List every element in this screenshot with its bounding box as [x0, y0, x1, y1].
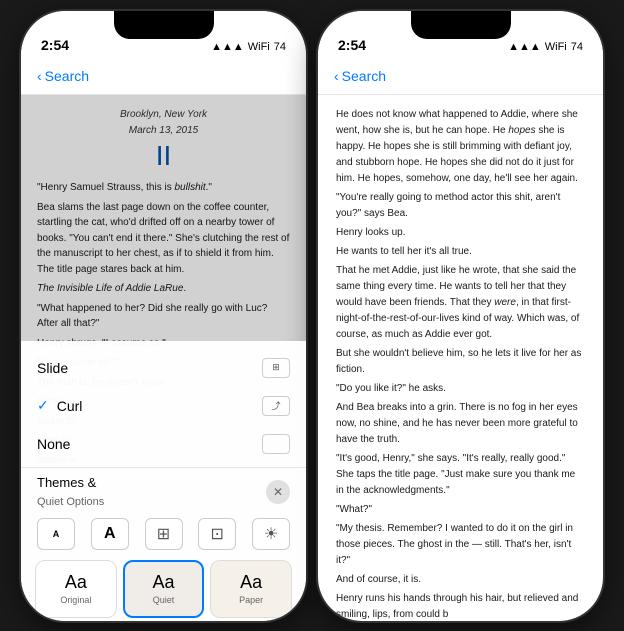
left-status-bar: 2:54 ▲▲▲ WiFi 74 — [21, 11, 306, 59]
columns-button[interactable]: ⊞ — [145, 518, 183, 550]
slide-menu-item-curl[interactable]: ✓ Curl ⤴ — [37, 387, 290, 425]
overlay-panel: Slide ⊞ ✓ Curl ⤴ None — [21, 341, 306, 621]
signal-icon: ▲▲▲ — [211, 41, 244, 53]
none-label: None — [37, 436, 70, 452]
page-style-button[interactable]: ⊡ — [198, 518, 236, 550]
right-wifi-icon: WiFi — [545, 41, 567, 53]
theme-quiet-label: Quiet — [153, 595, 175, 605]
right-back-label: Search — [342, 68, 386, 84]
left-phone-inner: ‹ Search Brooklyn, New York March 13, 20… — [21, 59, 306, 621]
rp-10: "What?" — [336, 502, 585, 518]
rp-9: "It's good, Henry," she says. "It's real… — [336, 451, 585, 499]
rp-2: "You're really going to method actor thi… — [336, 190, 585, 222]
slide-menu-item-none[interactable]: None — [37, 425, 290, 463]
right-phone-inner: ‹ Search He does not know what happened … — [318, 59, 603, 621]
right-status-bar: 2:54 ▲▲▲ WiFi 74 — [318, 11, 603, 59]
toolbar-row: A A ⊞ ⊡ ☀ — [21, 514, 306, 556]
left-time: 2:54 — [41, 37, 69, 53]
large-font-button[interactable]: A — [91, 518, 129, 550]
rp-4: He wants to tell her it's all true. — [336, 244, 585, 260]
theme-card-paper[interactable]: Aa Paper — [210, 560, 292, 618]
theme-quiet-aa: Aa — [152, 572, 174, 593]
right-nav-bar: ‹ Search — [318, 59, 603, 95]
left-back-button[interactable]: ‹ Search — [37, 68, 89, 84]
right-reading-content: He does not know what happened to Addie,… — [318, 95, 603, 621]
curl-icon-box: ⤴ — [262, 396, 290, 416]
brightness-button[interactable]: ☀ — [252, 518, 290, 550]
quiet-options-label: Quiet Options — [37, 496, 104, 508]
phones-container: 2:54 ▲▲▲ WiFi 74 ‹ Search — [21, 11, 603, 621]
slide-menu-item-slide[interactable]: Slide ⊞ — [37, 349, 290, 387]
battery-icon: 74 — [274, 41, 286, 53]
page-style-icon: ⊡ — [211, 524, 224, 544]
small-font-button[interactable]: A — [37, 518, 75, 550]
right-phone: 2:54 ▲▲▲ WiFi 74 ‹ Search He does not kn… — [318, 11, 603, 621]
theme-card-original[interactable]: Aa Original — [35, 560, 117, 618]
left-status-icons: ▲▲▲ WiFi 74 — [211, 41, 286, 53]
brightness-icon: ☀ — [264, 524, 278, 544]
themes-label: Themes & Quiet Options — [37, 474, 104, 510]
slide-icon-box: ⊞ — [262, 358, 290, 378]
themes-title: Themes & — [37, 475, 96, 490]
theme-original-label: Original — [60, 595, 91, 605]
rp-11: "My thesis. Remember? I wanted to do it … — [336, 521, 585, 569]
rp-7: "Do you like it?" he asks. — [336, 381, 585, 397]
right-signal-icon: ▲▲▲ — [508, 41, 541, 53]
themes-header: Themes & Quiet Options ✕ — [21, 468, 306, 514]
none-icon-box — [262, 434, 290, 454]
right-status-icons: ▲▲▲ WiFi 74 — [508, 41, 583, 53]
right-back-chevron-icon: ‹ — [334, 68, 339, 84]
rp-3: Henry looks up. — [336, 225, 585, 241]
back-chevron-icon: ‹ — [37, 68, 42, 84]
right-battery-icon: 74 — [571, 41, 583, 53]
right-back-button[interactable]: ‹ Search — [334, 68, 386, 84]
close-button[interactable]: ✕ — [266, 480, 290, 504]
theme-card-quiet[interactable]: Aa Quiet — [123, 560, 205, 618]
check-icon: ✓ — [37, 397, 49, 414]
theme-original-aa: Aa — [65, 572, 87, 593]
left-nav-bar: ‹ Search — [21, 59, 306, 95]
columns-icon: ⊞ — [157, 524, 170, 544]
slide-menu: Slide ⊞ ✓ Curl ⤴ None — [21, 341, 306, 468]
theme-paper-aa: Aa — [240, 572, 262, 593]
right-notch — [411, 11, 511, 39]
wifi-icon: WiFi — [248, 41, 270, 53]
left-phone: 2:54 ▲▲▲ WiFi 74 ‹ Search — [21, 11, 306, 621]
rp-12: And of course, it is. — [336, 572, 585, 588]
back-label: Search — [45, 68, 89, 84]
rp-5: That he met Addie, just like he wrote, t… — [336, 263, 585, 343]
curl-label: Curl — [57, 398, 262, 414]
rp-13: Henry runs his hands through his hair, b… — [336, 591, 585, 621]
rp-1: He does not know what happened to Addie,… — [336, 107, 585, 187]
rp-8: And Bea breaks into a grin. There is no … — [336, 400, 585, 448]
theme-paper-label: Paper — [239, 595, 263, 605]
notch — [114, 11, 214, 39]
right-time: 2:54 — [338, 37, 366, 53]
theme-grid: Aa Original Aa Quiet Aa Paper Aa Bold — [21, 556, 306, 621]
slide-label: Slide — [37, 360, 68, 376]
rp-6: But she wouldn't believe him, so he lets… — [336, 346, 585, 378]
